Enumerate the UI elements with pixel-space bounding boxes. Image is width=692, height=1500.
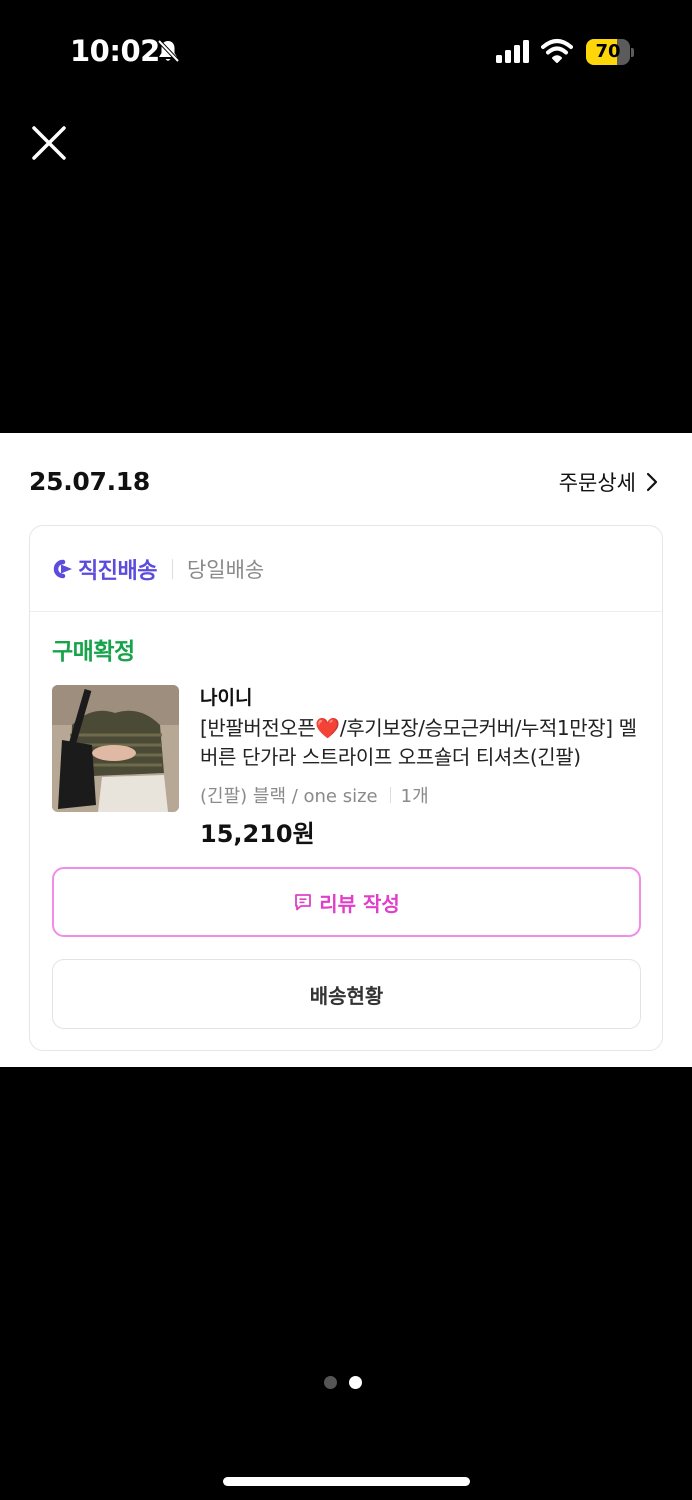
order-card: 직진배송 당일배송 구매확정 나이니 [반팔버전오픈❤️/후기보장/승모근커버/… <box>29 525 663 1051</box>
product-info: 나이니 [반팔버전오픈❤️/후기보장/승모근커버/누적1만장] 멜버른 단가라 … <box>200 684 650 849</box>
product-brand: 나이니 <box>200 687 253 709</box>
option-divider <box>389 787 391 803</box>
product-title[interactable]: [반팔버전오픈❤️/후기보장/승모근커버/누적1만장] 멜버른 단가라 스트라이… <box>200 714 650 772</box>
bell-slash-icon <box>157 39 180 63</box>
status-bar: 10:02 70 <box>0 0 692 100</box>
wifi-icon <box>541 39 573 63</box>
battery-icon: 70 <box>586 39 634 65</box>
page-indicator <box>324 1376 374 1389</box>
close-icon[interactable] <box>28 122 70 164</box>
direct-delivery-icon <box>53 559 72 578</box>
delivery-header: 직진배송 당일배송 <box>30 526 662 612</box>
header-divider <box>171 558 173 579</box>
write-review-button[interactable]: 리뷰 작성 <box>52 867 641 937</box>
order-date: 25.07.18 <box>29 467 150 496</box>
home-indicator[interactable] <box>223 1477 470 1486</box>
product-option: (긴팔) 블랙 / one size 1개 <box>200 782 650 808</box>
page-dot-2[interactable] <box>349 1376 362 1389</box>
order-detail-label: 주문상세 <box>558 471 636 495</box>
product-price: 15,210원 <box>200 820 315 848</box>
product-thumbnail[interactable] <box>52 685 179 812</box>
status-time: 10:02 <box>70 34 160 68</box>
order-sheet: 25.07.18 주문상세 직진배송 당일배송 구매확정 나이니 [반팔버전오픈… <box>0 433 692 1067</box>
direct-delivery-label: 직진배송 <box>78 558 157 584</box>
purchase-status: 구매확정 <box>52 639 135 665</box>
battery-percent: 70 <box>595 41 621 62</box>
same-day-delivery-label: 당일배송 <box>186 557 265 582</box>
cellular-signal-icon <box>496 40 529 63</box>
direct-delivery-badge: 직진배송 <box>52 553 157 585</box>
shipping-status-label: 배송현황 <box>309 983 384 1008</box>
option-label: (긴팔) 블랙 / one size <box>200 786 378 807</box>
chat-bubble-icon <box>295 894 312 911</box>
order-detail-link[interactable]: 주문상세 <box>559 467 658 497</box>
page-dot-1[interactable] <box>324 1376 337 1389</box>
write-review-label: 리뷰 작성 <box>319 891 400 916</box>
chevron-right-icon <box>646 472 658 492</box>
shipping-status-button[interactable]: 배송현황 <box>52 959 641 1029</box>
quantity-label: 1개 <box>400 786 429 807</box>
